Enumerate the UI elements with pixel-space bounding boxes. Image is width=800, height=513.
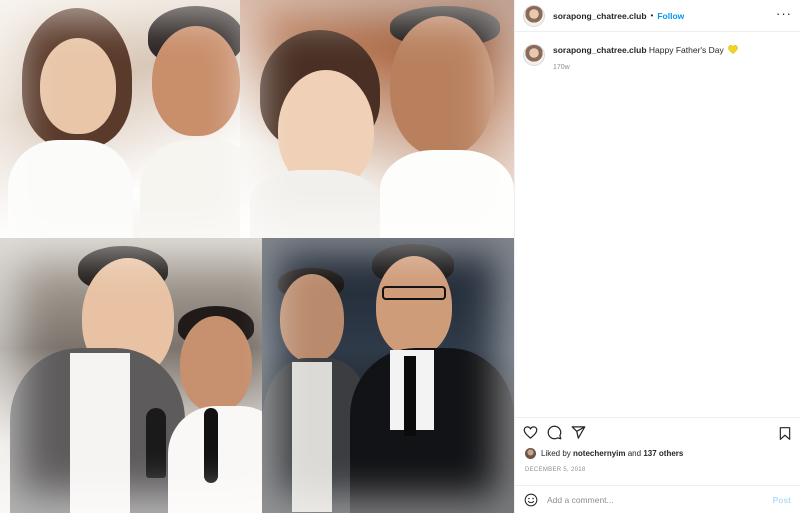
collage-photo-top-left: [0, 0, 262, 250]
caption-text-line: sorapong_chatree.club Happy Father's Day: [553, 44, 738, 56]
comment-bar: Post: [515, 485, 800, 513]
caption-text: Happy Father's Day: [648, 45, 724, 55]
likes-prefix: Liked by: [541, 449, 571, 458]
likes-conjunction: and: [627, 449, 642, 458]
comment-input[interactable]: [547, 494, 773, 505]
post-date[interactable]: DECEMBER 5, 2018: [525, 467, 586, 473]
caption-avatar[interactable]: [523, 44, 545, 66]
likes-summary: Liked by notechernyim and 137 others: [525, 448, 683, 459]
action-bar: [515, 417, 800, 447]
post-header: sorapong_chatree.club • Follow ···: [515, 0, 800, 32]
share-icon[interactable]: [571, 425, 586, 440]
header-username[interactable]: sorapong_chatree.club: [553, 11, 647, 21]
post-comment-button[interactable]: Post: [773, 495, 791, 505]
time-ago[interactable]: 170w: [553, 64, 738, 71]
liker-avatar[interactable]: [525, 448, 536, 459]
smiley-icon[interactable]: [524, 493, 538, 507]
bookmark-icon[interactable]: [778, 426, 792, 441]
follow-button[interactable]: Follow: [657, 11, 684, 21]
caption: sorapong_chatree.club Happy Father's Day…: [515, 32, 800, 71]
caption-username[interactable]: sorapong_chatree.club: [553, 45, 647, 55]
yellow-heart-icon: [728, 45, 738, 54]
likes-user[interactable]: notechernyim: [573, 449, 625, 458]
heart-outline-icon[interactable]: [523, 425, 538, 440]
likes-others[interactable]: 137 others: [643, 449, 683, 458]
separator-dot: •: [650, 11, 654, 20]
collage-photo-bottom-right: [262, 238, 514, 513]
comment-icon[interactable]: [547, 425, 562, 440]
avatar[interactable]: [523, 4, 545, 27]
post-media[interactable]: [0, 0, 514, 513]
collage-photo-bottom-left: [0, 238, 300, 513]
collage-photo-top-right: [240, 0, 514, 240]
more-horizontal-icon[interactable]: ···: [776, 7, 792, 20]
post-sidebar: sorapong_chatree.club • Follow ··· sorap…: [514, 0, 800, 513]
